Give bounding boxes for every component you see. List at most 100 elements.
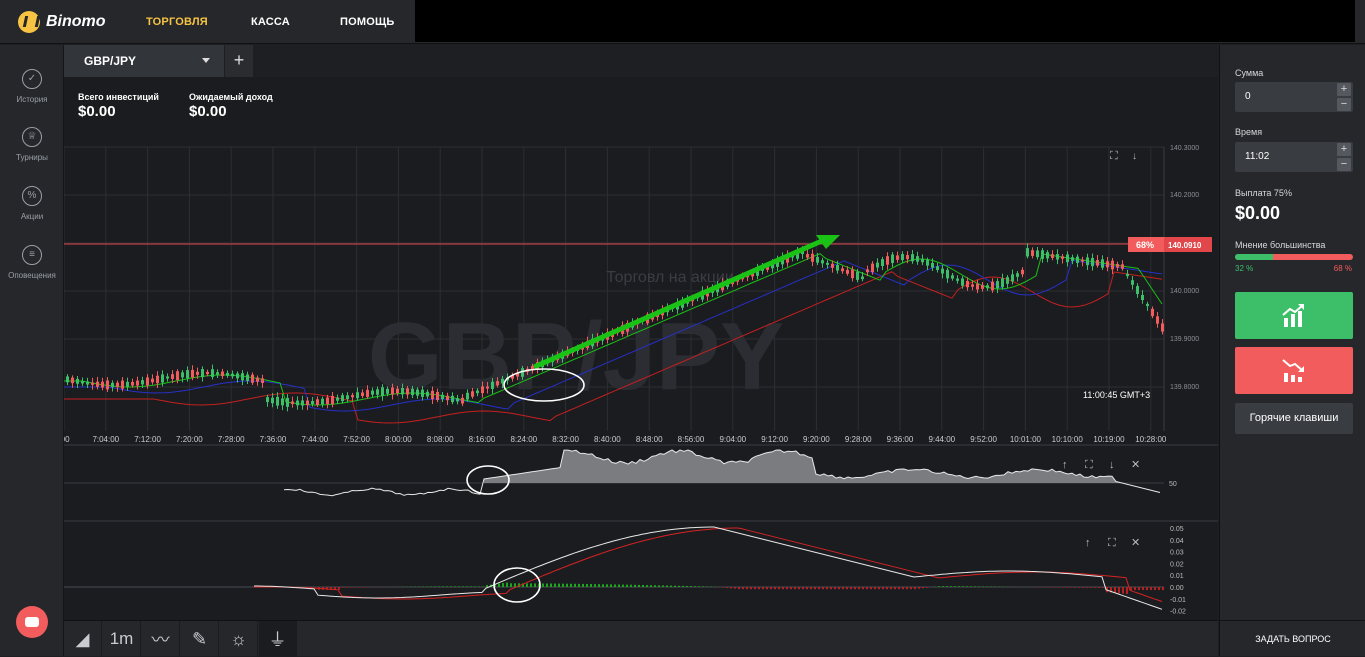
macd-bar — [1150, 587, 1152, 590]
arrow-up-icon[interactable]: ↑ — [1062, 459, 1068, 471]
sidebar-item-promotions[interactable]: % Акции — [0, 186, 64, 221]
arrow-up-icon[interactable]: ↑ — [1085, 537, 1091, 549]
payout-value: $0.00 — [1235, 203, 1280, 224]
sidebar-item-alerts[interactable]: ≡ Оповещения — [0, 245, 64, 280]
macd-bar — [634, 585, 636, 587]
chevron-down-icon[interactable] — [202, 58, 210, 63]
candle-body — [341, 395, 344, 401]
candle-body — [1126, 274, 1129, 276]
nav-trade[interactable]: ТОРГОВЛЯ — [146, 16, 208, 28]
candle-body — [301, 400, 304, 405]
candle-body — [296, 401, 299, 406]
add-tab-button[interactable]: + — [225, 45, 253, 77]
timeframe-button[interactable]: 1m — [103, 621, 141, 657]
close-icon[interactable]: ✕ — [1131, 537, 1140, 549]
candle-body — [91, 383, 94, 385]
candle-body — [471, 391, 474, 396]
candle-body — [856, 272, 859, 280]
nav-help[interactable]: ПОМОЩЬ — [340, 16, 395, 28]
macd-bar — [458, 586, 460, 587]
macd-bar — [822, 587, 824, 589]
macd-bar — [1098, 587, 1100, 588]
list-icon: ≡ — [22, 245, 42, 265]
expand-icon[interactable]: ⛶ — [1110, 150, 1118, 162]
price-chart[interactable]: GBP/JPY Торговл на акции 140.3000 140.20… — [64, 77, 1218, 620]
time-tick: 8:48:00 — [636, 435, 663, 444]
chart-area[interactable]: Всего инвестиций $0.00 Ожидаемый доход $… — [64, 77, 1218, 620]
chart-type-area-icon[interactable]: ◢ — [64, 621, 102, 657]
hotkeys-button[interactable]: Горячие клавиши — [1235, 403, 1353, 434]
chat-button[interactable] — [16, 606, 48, 638]
candle-body — [821, 260, 824, 263]
candle-body — [976, 284, 979, 290]
ask-question-button[interactable]: ЗАДАТЬ ВОПРОС — [1220, 620, 1365, 656]
macd-tick: -0.01 — [1170, 597, 1186, 604]
time-tick: 8:32:00 — [552, 435, 579, 444]
candle-body — [426, 392, 429, 397]
amount-input[interactable]: 0 + − — [1235, 82, 1353, 112]
amount-increase-button[interactable]: + — [1337, 83, 1351, 96]
macd-bar — [690, 586, 692, 587]
expand-icon[interactable]: ⛶ — [1085, 459, 1093, 471]
tab-label: GBP/JPY — [84, 54, 136, 68]
candle-body — [156, 376, 159, 383]
close-icon[interactable]: ✕ — [1131, 459, 1140, 471]
candle-body — [941, 269, 944, 274]
candle-body — [1141, 295, 1144, 300]
plug-icon[interactable]: ⏚ — [259, 621, 297, 657]
time-decrease-button[interactable]: − — [1337, 158, 1351, 171]
macd-bar — [622, 585, 624, 587]
arrow-down-icon[interactable]: ↓ — [1109, 459, 1115, 471]
macd-bar — [738, 587, 740, 589]
indicators-icon[interactable]: 〰 — [142, 621, 180, 657]
macd-bar — [606, 584, 608, 587]
macd-bar — [958, 586, 960, 587]
sell-down-button[interactable] — [1235, 347, 1353, 394]
tab-gbp-jpy[interactable]: GBP/JPY — [64, 45, 224, 77]
candle-body — [201, 369, 204, 377]
amount-value: 0 — [1245, 91, 1251, 102]
time-tick: 8:00:00 — [385, 435, 412, 444]
candle-body — [956, 279, 959, 281]
candle-body — [811, 254, 814, 262]
candle-body — [1106, 261, 1109, 267]
expand-icon[interactable]: ⛶ — [1108, 537, 1116, 549]
sidebar-item-tournaments[interactable]: ♕ Турниры — [0, 127, 64, 162]
macd-bar — [970, 586, 972, 587]
macd-bar — [662, 585, 664, 587]
macd-bar — [854, 587, 856, 589]
candle-body — [1101, 259, 1104, 267]
sidebar-item-history[interactable]: ✓ История — [0, 69, 64, 104]
candle-body — [191, 370, 194, 378]
candle-body — [306, 401, 309, 406]
candle-body — [451, 396, 454, 402]
candle-body — [186, 370, 189, 378]
candle-body — [321, 399, 324, 405]
time-tick: 9:04:00 — [719, 435, 746, 444]
candle-body — [271, 398, 274, 403]
nav-cashier[interactable]: КАССА — [251, 16, 290, 28]
drawing-tools-icon[interactable]: ✎ — [181, 621, 219, 657]
amount-label: Сумма — [1235, 68, 1263, 78]
time-input[interactable]: 11:02 + − — [1235, 142, 1353, 172]
macd-bar — [974, 586, 976, 587]
candle-body — [381, 387, 384, 396]
candle-body — [76, 379, 79, 384]
binomo-logo[interactable]: Binomo — [18, 11, 106, 33]
candle-body — [401, 388, 404, 394]
macd-bar — [1114, 587, 1116, 593]
arrow-down-icon[interactable]: ↓ — [1132, 151, 1137, 162]
macd-bar — [638, 585, 640, 587]
candle-body — [911, 254, 914, 261]
theme-sun-icon[interactable]: ☼ — [220, 621, 258, 657]
time-increase-button[interactable]: + — [1337, 143, 1351, 156]
macd-bar — [590, 584, 592, 587]
sidebar-item-label: Оповещения — [0, 271, 64, 280]
macd-bar — [866, 587, 868, 589]
macd-bar — [806, 587, 808, 589]
time-tick: 9:44:00 — [928, 435, 955, 444]
buy-up-button[interactable] — [1235, 292, 1353, 339]
candle-body — [446, 396, 449, 400]
amount-decrease-button[interactable]: − — [1337, 98, 1351, 111]
macd-bar — [566, 584, 568, 587]
